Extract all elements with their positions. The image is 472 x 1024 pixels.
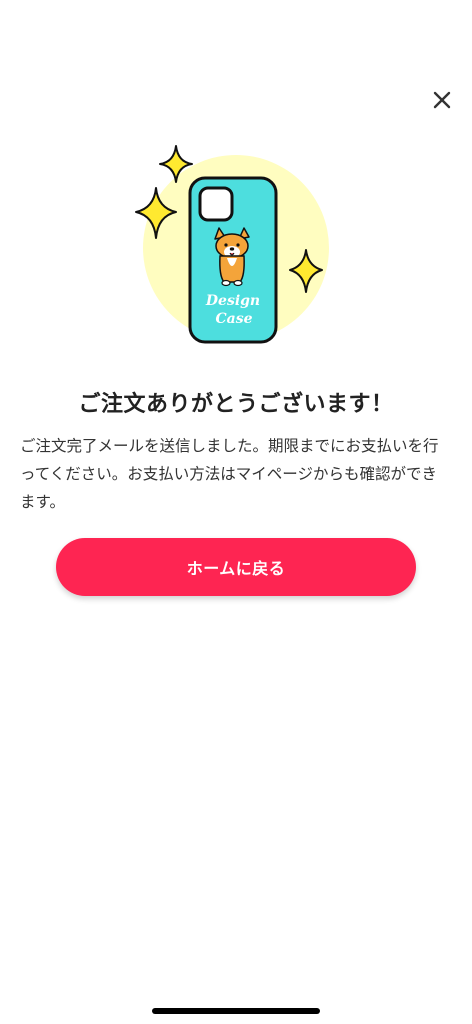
camera-cutout	[198, 186, 234, 222]
phone-case-illustration: Design Case	[135, 145, 329, 344]
order-complete-illustration: Design Case	[128, 142, 344, 352]
close-icon	[433, 91, 451, 109]
close-button[interactable]	[428, 86, 456, 114]
completion-message: ご注文完了メールを送信しました。期限までにお支払いを行ってください。お支払い方法…	[20, 437, 439, 511]
case-text-line1: Design	[205, 293, 260, 309]
page-title: ご注文ありがとうございます！	[78, 392, 394, 417]
back-to-home-button[interactable]: ホームに戻る	[56, 538, 416, 596]
case-text-line2: Case	[215, 311, 252, 327]
home-indicator[interactable]	[152, 1008, 320, 1014]
